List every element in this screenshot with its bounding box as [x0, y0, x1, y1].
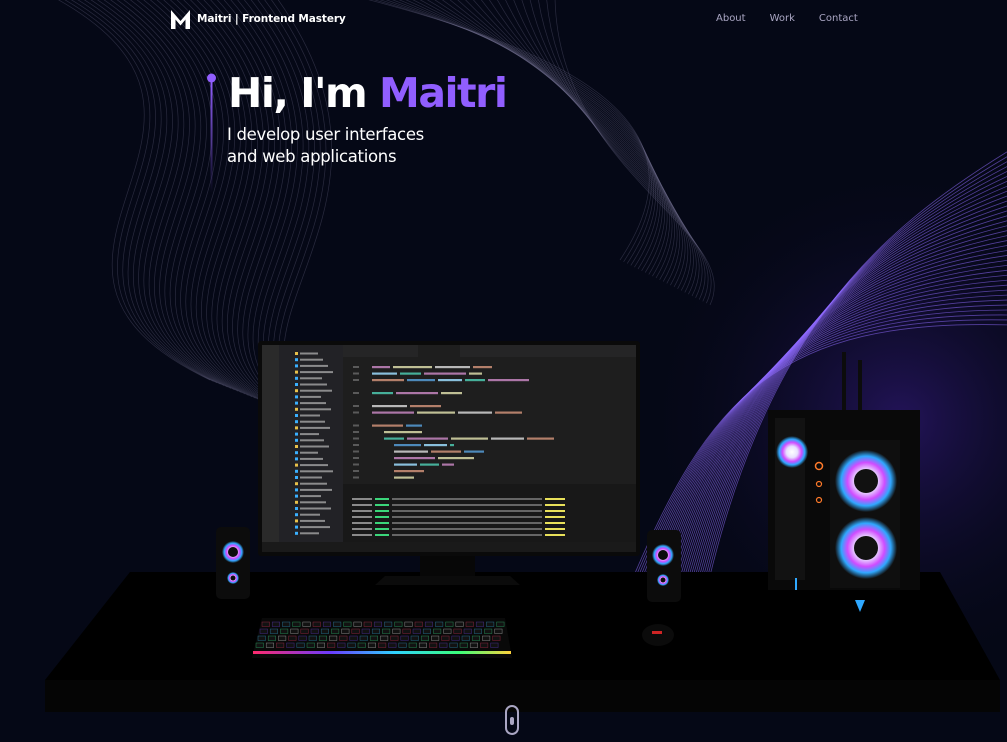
keyboard [252, 618, 512, 658]
desk [45, 572, 1000, 712]
speaker-right [647, 530, 681, 602]
scroll-dot [510, 717, 514, 725]
monitor [258, 341, 640, 585]
desk-setup-scene[interactable] [0, 0, 1007, 742]
scroll-mouse-icon[interactable] [505, 705, 519, 735]
pc-tower [768, 352, 920, 612]
page: Maitri | Frontend Mastery About Work Con… [0, 0, 1007, 742]
speaker-left [216, 527, 250, 599]
mouse [642, 624, 674, 646]
